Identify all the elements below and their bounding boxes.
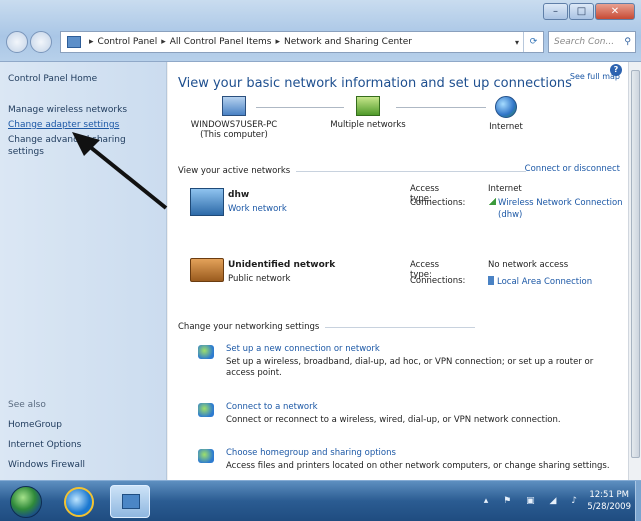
network-type: Public network <box>228 274 291 284</box>
connections-label: Connections: <box>410 276 466 286</box>
wireless-connection-ssid[interactable]: (dhw) <box>488 210 628 220</box>
networking-settings-header: Change your networking settings <box>178 322 476 332</box>
sidebar-change-advanced-sharing-line2: settings <box>8 147 44 157</box>
active-networks-title: View your active networks <box>178 166 291 176</box>
see-also-windows-firewall[interactable]: Windows Firewall <box>8 460 85 470</box>
lan-connection-text: Local Area Connection <box>497 277 593 287</box>
connections-row-cont: (dhw) <box>410 210 522 220</box>
show-desktop-button[interactable] <box>635 481 641 521</box>
close-button[interactable]: ✕ <box>595 3 635 20</box>
system-tray-icons[interactable]: ▴ ⚑ ▣ ◢ ♪ <box>484 496 583 506</box>
clock-date: 5/28/2009 <box>587 502 631 512</box>
sidebar-change-adapter[interactable]: Change adapter settings <box>8 119 166 131</box>
map-node-networks-label: Multiple networks <box>330 120 406 130</box>
task-connect-network-desc: Connect or reconnect to a wireless, wire… <box>226 415 561 425</box>
start-button[interactable] <box>10 486 42 518</box>
system-clock[interactable]: 12:51 PM 5/28/2009 <box>587 489 631 513</box>
task-homegroup-link[interactable]: Choose homegroup and sharing options <box>226 448 396 458</box>
maximize-button[interactable]: □ <box>569 3 594 20</box>
control-panel-icon <box>122 494 140 509</box>
navigation-row: ▸ Control Panel ▸ All Control Panel Item… <box>6 30 636 54</box>
back-button[interactable] <box>6 31 28 53</box>
sidebar: Control Panel Home Manage wireless netwo… <box>0 62 167 480</box>
breadcrumb-separator-icon: ▸ <box>161 37 166 47</box>
wifi-signal-icon <box>488 198 496 205</box>
forward-button[interactable] <box>30 31 52 53</box>
task-new-connection-desc: Set up a wireless, broadband, dial-up, a… <box>226 357 594 378</box>
see-also-label: See also <box>8 400 46 410</box>
divider <box>296 170 527 172</box>
public-network-icon[interactable] <box>190 258 224 282</box>
network-type-link[interactable]: Work network <box>228 204 287 214</box>
page-title: View your basic network information and … <box>178 76 572 91</box>
control-panel-taskbar-button[interactable] <box>110 485 150 518</box>
connect-network-icon <box>198 403 214 417</box>
minimize-button[interactable]: – <box>543 3 568 20</box>
refresh-icon[interactable]: ⟳ <box>523 32 543 52</box>
task-new-connection-link[interactable]: Set up a new connection or network <box>226 344 380 354</box>
map-node-internet[interactable]: Internet <box>456 96 556 132</box>
see-also-homegroup[interactable]: HomeGroup <box>8 420 62 430</box>
task-connect-network-link[interactable]: Connect to a network <box>226 402 318 412</box>
see-full-map-link[interactable]: See full map <box>570 72 620 81</box>
wireless-connection-text: Wireless Network Connection <box>498 198 623 208</box>
network-name: Unidentified network <box>228 260 336 270</box>
network-map: WINDOWS7USER-PC (This computer) Multiple… <box>178 96 618 156</box>
sidebar-control-panel-home[interactable]: Control Panel Home <box>8 74 166 84</box>
multiple-networks-icon <box>356 96 380 116</box>
window-controls: – □ ✕ <box>542 3 635 20</box>
window-titlebar: – □ ✕ ▸ Control Panel ▸ All Control Pane… <box>0 0 641 62</box>
new-connection-icon <box>198 345 214 359</box>
access-type-value: Internet <box>488 184 522 194</box>
connections-row: Connections: Local Area Connection <box>410 276 592 287</box>
active-networks-header: View your active networks <box>178 166 527 176</box>
computer-icon <box>222 96 246 116</box>
access-type-value: No network access <box>488 260 569 270</box>
clock-time: 12:51 PM <box>589 490 630 500</box>
task-homegroup-desc: Access files and printers located on oth… <box>226 461 610 471</box>
work-network-icon[interactable] <box>190 188 224 216</box>
network-name: dhw <box>228 190 250 200</box>
search-placeholder: Search Con... <box>554 37 615 47</box>
map-node-internet-label: Internet <box>489 122 523 132</box>
globe-icon <box>495 96 517 118</box>
main-content: ? View your basic network information an… <box>168 62 628 480</box>
search-input[interactable]: Search Con... ⚲ <box>548 31 636 53</box>
homegroup-icon <box>198 449 214 463</box>
map-node-networks[interactable]: Multiple networks <box>318 96 418 130</box>
chevron-down-icon[interactable]: ▾ <box>511 38 523 47</box>
lan-icon <box>488 276 494 285</box>
search-icon[interactable]: ⚲ <box>624 37 631 47</box>
connect-disconnect-link[interactable]: Connect or disconnect <box>525 164 620 174</box>
internet-explorer-icon[interactable] <box>64 487 94 517</box>
breadcrumb-separator-icon: ▸ <box>89 37 94 47</box>
map-node-computer-label: WINDOWS7USER-PC <box>190 120 278 130</box>
connections-row: Connections: Wireless Network Connection <box>410 198 623 208</box>
sidebar-manage-wireless[interactable]: Manage wireless networks <box>8 104 166 116</box>
breadcrumb-control-panel[interactable]: Control Panel <box>98 37 158 47</box>
scrollbar-thumb[interactable] <box>631 70 640 458</box>
networking-settings-title: Change your networking settings <box>178 322 320 332</box>
breadcrumb-all-items[interactable]: All Control Panel Items <box>170 37 272 47</box>
wireless-connection-link[interactable]: Wireless Network Connection <box>488 198 628 208</box>
sidebar-change-advanced-sharing[interactable]: Change advanced sharing settings <box>8 134 166 158</box>
divider <box>325 326 476 328</box>
breadcrumb-network-sharing[interactable]: Network and Sharing Center <box>284 37 412 47</box>
map-node-computer-sub: (This computer) <box>200 130 268 140</box>
taskbar: ▴ ⚑ ▣ ◢ ♪ 12:51 PM 5/28/2009 <box>0 480 641 521</box>
lan-connection-link[interactable]: Local Area Connection <box>488 276 628 287</box>
breadcrumb-separator-icon: ▸ <box>275 37 281 47</box>
connections-label: Connections: <box>410 198 466 208</box>
see-also-internet-options[interactable]: Internet Options <box>8 440 81 450</box>
sidebar-change-advanced-sharing-line1: Change advanced sharing <box>8 135 126 145</box>
vertical-scrollbar[interactable] <box>628 62 641 480</box>
address-bar[interactable]: ▸ Control Panel ▸ All Control Panel Item… <box>60 31 544 53</box>
map-node-computer[interactable]: WINDOWS7USER-PC (This computer) <box>184 96 284 140</box>
control-panel-icon <box>67 36 81 48</box>
